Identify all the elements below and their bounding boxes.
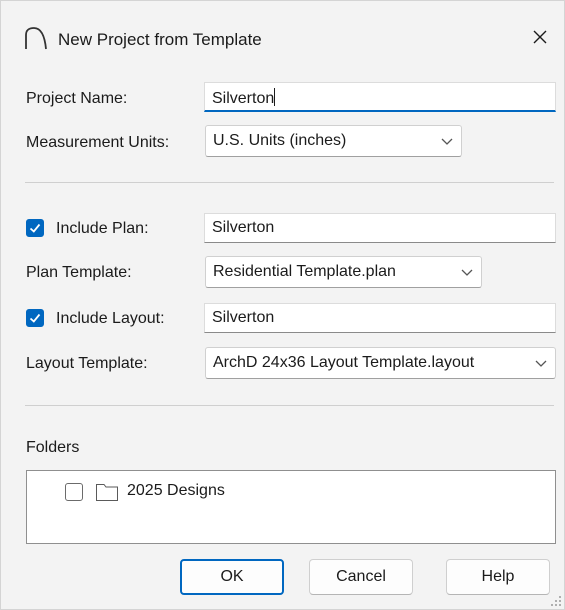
layout-name-value: Silverton [212, 309, 275, 326]
project-name-label: Project Name: [26, 90, 128, 107]
folder-checkbox[interactable] [65, 483, 83, 501]
section-divider [25, 405, 554, 406]
measurement-units-select[interactable]: U.S. Units (inches) [205, 125, 462, 157]
help-button[interactable]: Help [446, 559, 550, 595]
plan-template-value: Residential Template.plan [213, 263, 396, 280]
include-layout-checkbox[interactable] [26, 309, 44, 327]
folder-name: 2025 Designs [127, 482, 225, 499]
dialog-title: New Project from Template [58, 30, 262, 49]
folders-tree[interactable]: 2025 Designs [26, 470, 556, 544]
project-name-input[interactable]: Silverton [204, 82, 556, 112]
ok-button[interactable]: OK [180, 559, 284, 595]
close-button[interactable] [524, 21, 556, 53]
layout-template-value: ArchD 24x36 Layout Template.layout [213, 354, 475, 371]
include-plan-label: Include Plan: [56, 220, 149, 237]
resize-grip-icon[interactable] [550, 595, 562, 607]
measurement-units-value: U.S. Units (inches) [213, 132, 347, 149]
chevron-down-icon [461, 269, 473, 276]
cancel-button[interactable]: Cancel [309, 559, 413, 595]
new-project-dialog: New Project from Template Project Name: … [0, 0, 565, 610]
folders-label: Folders [26, 439, 80, 456]
checkmark-icon [29, 223, 41, 233]
checkmark-icon [29, 313, 41, 323]
text-caret [274, 88, 276, 106]
project-name-value: Silverton [212, 90, 275, 107]
include-plan-checkbox[interactable] [26, 219, 44, 237]
layout-template-select[interactable]: ArchD 24x36 Layout Template.layout [205, 347, 556, 379]
chevron-down-icon [441, 138, 453, 145]
arch-app-icon [25, 27, 47, 50]
layout-template-label: Layout Template: [26, 355, 148, 372]
plan-name-input[interactable]: Silverton [204, 213, 556, 243]
plan-name-value: Silverton [212, 219, 275, 236]
chevron-down-icon [535, 360, 547, 367]
plan-template-select[interactable]: Residential Template.plan [205, 256, 482, 288]
close-icon [533, 30, 547, 44]
measurement-units-label: Measurement Units: [26, 134, 170, 151]
include-layout-label: Include Layout: [56, 310, 165, 327]
section-divider [25, 182, 554, 183]
folder-icon [96, 484, 118, 501]
folder-tree-item[interactable]: 2025 Designs [65, 481, 265, 503]
title-bar[interactable]: New Project from Template [1, 1, 564, 79]
layout-name-input[interactable]: Silverton [204, 303, 556, 333]
plan-template-label: Plan Template: [26, 264, 132, 281]
